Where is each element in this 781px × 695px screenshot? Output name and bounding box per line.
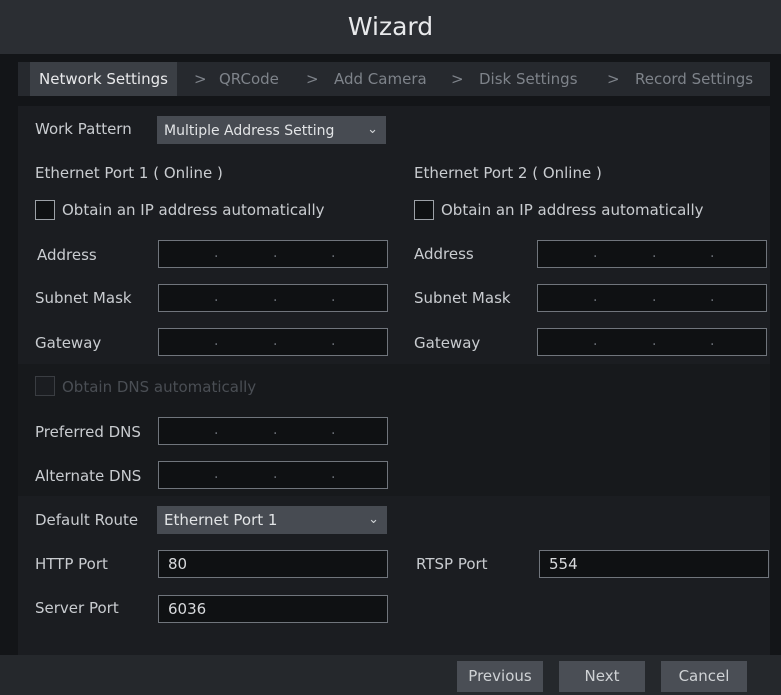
port1-subnet-label: Subnet Mask bbox=[35, 289, 132, 307]
port2-address-label: Address bbox=[414, 245, 474, 263]
port1-subnet-input[interactable]: . . . bbox=[158, 284, 388, 312]
ip-dot: . bbox=[214, 422, 219, 438]
port1-address-label: Address bbox=[37, 246, 97, 264]
alternate-dns-input[interactable]: . . . bbox=[158, 461, 388, 489]
ip-dot: . bbox=[331, 466, 336, 482]
port2-gateway-input[interactable]: . . . bbox=[537, 328, 767, 356]
default-route-value: Ethernet Port 1 bbox=[164, 511, 278, 529]
rtsp-port-input[interactable]: 554 bbox=[539, 550, 769, 578]
preferred-dns-label: Preferred DNS bbox=[35, 423, 141, 441]
chevron-down-icon: ⌄ bbox=[368, 512, 379, 527]
ip-dot: . bbox=[593, 289, 598, 305]
port2-obtain-ip-label: Obtain an IP address automatically bbox=[441, 201, 704, 219]
step-add-camera[interactable]: Add Camera bbox=[334, 62, 427, 96]
port1-title: Ethernet Port 1 ( Online ) bbox=[35, 164, 223, 182]
step-separator-icon: > bbox=[451, 70, 464, 88]
title-bar: Wizard bbox=[0, 0, 781, 54]
step-record-settings[interactable]: Record Settings bbox=[635, 62, 753, 96]
ip-dot: . bbox=[652, 289, 657, 305]
network-settings-panel: Work Pattern Multiple Address Setting ⌄ … bbox=[18, 106, 770, 655]
ip-dot: . bbox=[710, 333, 715, 349]
port2-title: Ethernet Port 2 ( Online ) bbox=[414, 164, 602, 182]
ip-dot: . bbox=[593, 333, 598, 349]
wizard-steps: Network Settings > QRCode > Add Camera >… bbox=[18, 62, 770, 96]
step-separator-icon: > bbox=[306, 70, 319, 88]
port2-gateway-label: Gateway bbox=[414, 334, 481, 352]
previous-button[interactable]: Previous bbox=[457, 661, 543, 692]
default-route-select[interactable]: Ethernet Port 1 ⌄ bbox=[157, 506, 387, 534]
alternate-dns-label: Alternate DNS bbox=[35, 467, 142, 485]
work-pattern-select[interactable]: Multiple Address Setting ⌄ bbox=[157, 116, 386, 144]
server-port-input[interactable]: 6036 bbox=[158, 595, 388, 623]
ip-dot: . bbox=[214, 333, 219, 349]
ip-dot: . bbox=[273, 422, 278, 438]
rtsp-port-label: RTSP Port bbox=[416, 555, 488, 573]
step-separator-icon: > bbox=[607, 70, 620, 88]
ip-dot: . bbox=[331, 333, 336, 349]
step-disk-settings[interactable]: Disk Settings bbox=[479, 62, 578, 96]
work-pattern-value: Multiple Address Setting bbox=[164, 123, 335, 139]
ip-dot: . bbox=[214, 466, 219, 482]
ip-dot: . bbox=[214, 245, 219, 261]
port1-address-input[interactable]: . . . bbox=[158, 240, 388, 268]
chevron-down-icon: ⌄ bbox=[367, 122, 378, 137]
port2-subnet-input[interactable]: . . . bbox=[537, 284, 767, 312]
default-route-label: Default Route bbox=[35, 511, 139, 529]
ip-dot: . bbox=[652, 333, 657, 349]
port1-gateway-label: Gateway bbox=[35, 334, 102, 352]
work-pattern-label: Work Pattern bbox=[35, 120, 132, 138]
preferred-dns-input[interactable]: . . . bbox=[158, 417, 388, 445]
ip-dot: . bbox=[593, 245, 598, 261]
server-port-label: Server Port bbox=[35, 599, 119, 617]
ip-dot: . bbox=[710, 245, 715, 261]
ip-dot: . bbox=[652, 245, 657, 261]
ip-dot: . bbox=[710, 289, 715, 305]
port2-obtain-ip-checkbox[interactable] bbox=[414, 200, 434, 220]
port1-gateway-input[interactable]: . . . bbox=[158, 328, 388, 356]
ip-dot: . bbox=[331, 289, 336, 305]
cancel-button[interactable]: Cancel bbox=[661, 661, 747, 692]
port1-obtain-ip-checkbox[interactable] bbox=[35, 200, 55, 220]
ip-dot: . bbox=[273, 466, 278, 482]
ip-dot: . bbox=[331, 245, 336, 261]
port2-subnet-label: Subnet Mask bbox=[414, 289, 511, 307]
obtain-dns-label: Obtain DNS automatically bbox=[62, 378, 257, 396]
step-separator-icon: > bbox=[194, 70, 207, 88]
http-port-input[interactable]: 80 bbox=[158, 550, 388, 578]
obtain-dns-checkbox[interactable] bbox=[35, 376, 55, 396]
ip-dot: . bbox=[273, 245, 278, 261]
http-port-label: HTTP Port bbox=[35, 555, 108, 573]
ip-dot: . bbox=[273, 289, 278, 305]
port2-address-input[interactable]: . . . bbox=[537, 240, 767, 268]
ip-dot: . bbox=[273, 333, 278, 349]
port1-obtain-ip-label: Obtain an IP address automatically bbox=[62, 201, 325, 219]
step-network-settings[interactable]: Network Settings bbox=[30, 62, 177, 96]
window-title: Wizard bbox=[347, 12, 434, 41]
ip-dot: . bbox=[331, 422, 336, 438]
ip-dot: . bbox=[214, 289, 219, 305]
next-button[interactable]: Next bbox=[559, 661, 645, 692]
step-qrcode[interactable]: QRCode bbox=[219, 62, 279, 96]
